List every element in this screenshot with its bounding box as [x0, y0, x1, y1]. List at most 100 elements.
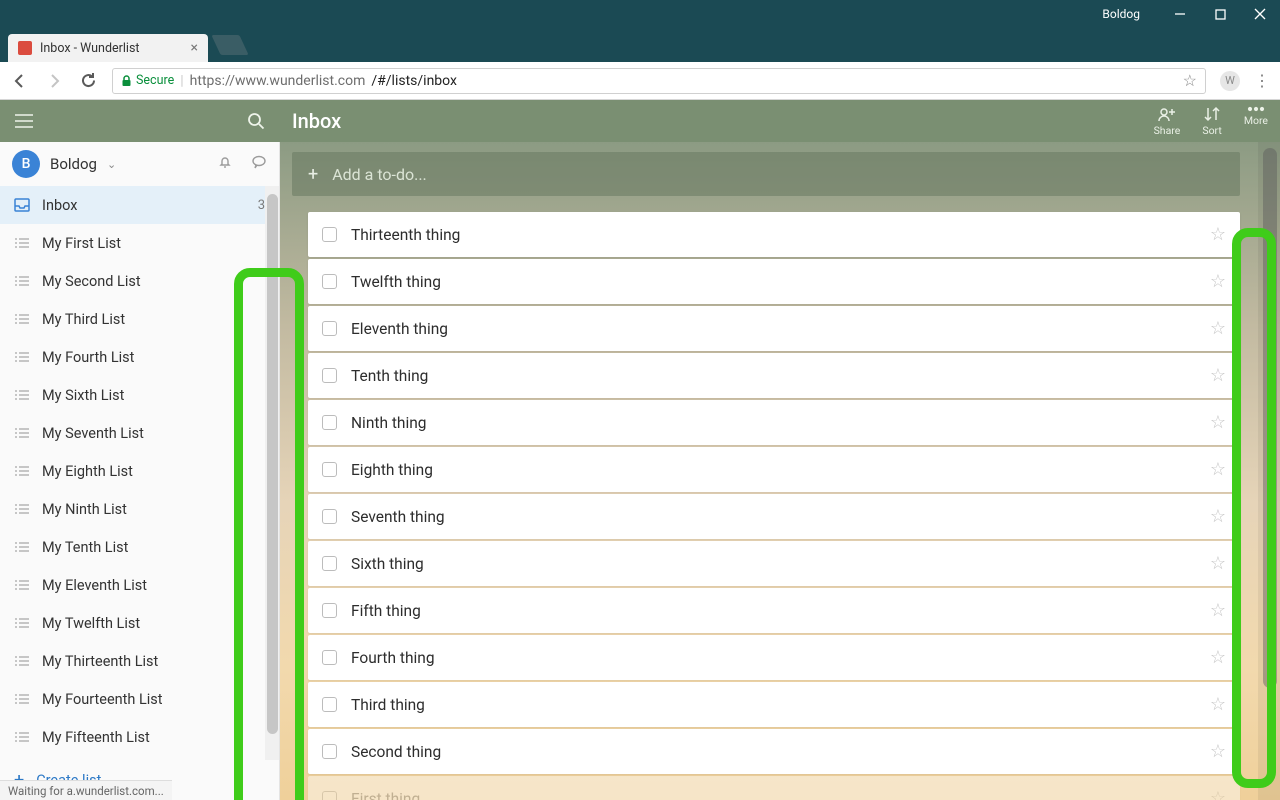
tab-close-icon[interactable]: × [191, 40, 198, 56]
sidebar-item[interactable]: My Third List [0, 300, 279, 338]
add-todo-input[interactable] [332, 165, 1224, 184]
sidebar: B Boldog ⌄ Inbox 3 My First ListMy Secon… [0, 142, 280, 800]
sidebar-item[interactable]: My Second List [0, 262, 279, 300]
secure-badge: Secure [121, 73, 174, 88]
star-icon[interactable]: ☆ [1210, 506, 1226, 527]
sidebar-item[interactable]: My Fourteenth List [0, 680, 279, 718]
task-row[interactable]: Fifth thing☆ [308, 588, 1240, 633]
task-row[interactable]: Eleventh thing ☆ [308, 306, 1240, 351]
star-icon[interactable]: ☆ [1210, 647, 1226, 668]
user-name: Boldog [50, 155, 97, 173]
sidebar-item[interactable]: My Sixth List [0, 376, 279, 414]
reload-button[interactable] [78, 71, 98, 91]
list-label: My Ninth List [42, 501, 127, 518]
star-icon[interactable]: ☆ [1210, 553, 1226, 574]
star-icon[interactable]: ☆ [1210, 224, 1226, 245]
hamburger-menu-icon[interactable] [0, 114, 48, 128]
star-icon[interactable]: ☆ [1210, 365, 1226, 386]
star-icon[interactable]: ☆ [1210, 741, 1226, 762]
profile-avatar-icon[interactable]: W [1220, 71, 1240, 91]
user-menu[interactable]: B Boldog ⌄ [0, 142, 279, 186]
back-button[interactable] [10, 71, 30, 91]
task-row[interactable]: Twelfth thing☆ [308, 259, 1240, 304]
star-icon[interactable]: ☆ [1210, 318, 1226, 339]
sidebar-item[interactable]: My Fourth List [0, 338, 279, 376]
sidebar-item[interactable]: My Eighth List [0, 452, 279, 490]
task-checkbox[interactable] [322, 697, 337, 712]
maximize-button[interactable] [1200, 0, 1240, 28]
star-icon[interactable]: ☆ [1210, 600, 1226, 621]
task-checkbox[interactable] [322, 462, 337, 477]
search-icon[interactable] [232, 112, 280, 130]
status-text: Waiting for a.wunderlist.com... [8, 784, 164, 798]
sidebar-scrollbar[interactable] [265, 186, 279, 760]
content-scroll-thumb[interactable] [1263, 148, 1277, 688]
task-checkbox[interactable] [322, 227, 337, 242]
task-row[interactable]: Thirteenth thing☆ [308, 212, 1240, 257]
sidebar-item[interactable]: My Thirteenth List [0, 642, 279, 680]
sidebar-item[interactable]: My First List [0, 224, 279, 262]
list-label: My Sixth List [42, 387, 124, 404]
task-row[interactable]: Sixth thing☆ [308, 541, 1240, 586]
address-bar[interactable]: Secure | https://www.wunderlist.com/#/li… [112, 68, 1206, 94]
task-checkbox[interactable] [322, 603, 337, 618]
plus-icon: + [308, 164, 318, 185]
content-area: + Thirteenth thing☆Twelfth thing☆Elevent… [280, 142, 1280, 800]
page-title: Inbox [292, 109, 341, 133]
star-icon[interactable]: ☆ [1210, 412, 1226, 433]
task-row[interactable]: Third thing ☆ [308, 682, 1240, 727]
task-row[interactable]: Tenth thing☆ [308, 353, 1240, 398]
task-row[interactable]: Seventh thing☆ [308, 494, 1240, 539]
sidebar-item[interactable]: My Tenth List [0, 528, 279, 566]
list-icon [14, 579, 30, 591]
list-icon [14, 313, 30, 325]
sort-button[interactable]: Sort [1202, 106, 1221, 137]
share-button[interactable]: Share [1154, 106, 1181, 137]
task-label: Third thing [351, 696, 1196, 714]
content-scrollbar[interactable] [1258, 142, 1280, 800]
browser-tab[interactable]: Inbox - Wunderlist × [8, 34, 208, 62]
sidebar-item[interactable]: My Fifteenth List [0, 718, 279, 756]
close-button[interactable] [1240, 0, 1280, 28]
task-checkbox[interactable] [322, 744, 337, 759]
task-checkbox[interactable] [322, 368, 337, 383]
tab-title: Inbox - Wunderlist [40, 41, 183, 56]
chat-icon[interactable] [251, 154, 267, 174]
task-label: Eleventh thing [351, 320, 1196, 338]
bookmark-star-icon[interactable]: ☆ [1183, 71, 1197, 90]
bell-icon[interactable] [217, 154, 233, 174]
forward-button[interactable] [44, 71, 64, 91]
task-row[interactable]: Ninth thing☆ [308, 400, 1240, 445]
sidebar-item[interactable]: My Twelfth List [0, 604, 279, 642]
list-label: My Fourteenth List [42, 691, 163, 708]
sidebar-scroll-thumb[interactable] [267, 194, 278, 734]
tasks-list: Thirteenth thing☆Twelfth thing☆Eleventh … [308, 212, 1240, 800]
add-todo-bar[interactable]: + [292, 152, 1240, 196]
task-checkbox[interactable] [322, 321, 337, 336]
task-row[interactable]: Second thing☆ [308, 729, 1240, 774]
star-icon[interactable]: ☆ [1210, 459, 1226, 480]
task-checkbox[interactable] [322, 274, 337, 289]
task-checkbox[interactable] [322, 556, 337, 571]
sidebar-item[interactable]: My Seventh List [0, 414, 279, 452]
task-checkbox[interactable] [322, 791, 337, 800]
task-checkbox[interactable] [322, 650, 337, 665]
more-button[interactable]: More [1244, 106, 1268, 137]
list-label: My Seventh List [42, 425, 144, 442]
task-row[interactable]: Fourth thing☆ [308, 635, 1240, 680]
sidebar-item-inbox[interactable]: Inbox 3 [0, 186, 279, 224]
task-checkbox[interactable] [322, 415, 337, 430]
task-row[interactable]: Eighth thing☆ [308, 447, 1240, 492]
titlebar-user: Boldog [1102, 7, 1140, 21]
star-icon[interactable]: ☆ [1210, 788, 1226, 800]
minimize-button[interactable] [1160, 0, 1200, 28]
star-icon[interactable]: ☆ [1210, 271, 1226, 292]
task-row[interactable]: First thing☆ [308, 776, 1240, 800]
sidebar-item[interactable]: My Ninth List [0, 490, 279, 528]
browser-menu-icon[interactable]: ⋮ [1254, 71, 1270, 90]
new-tab-button[interactable] [211, 35, 248, 55]
star-icon[interactable]: ☆ [1210, 694, 1226, 715]
sidebar-item[interactable]: My Eleventh List [0, 566, 279, 604]
task-checkbox[interactable] [322, 509, 337, 524]
list-label: Inbox [42, 197, 77, 214]
